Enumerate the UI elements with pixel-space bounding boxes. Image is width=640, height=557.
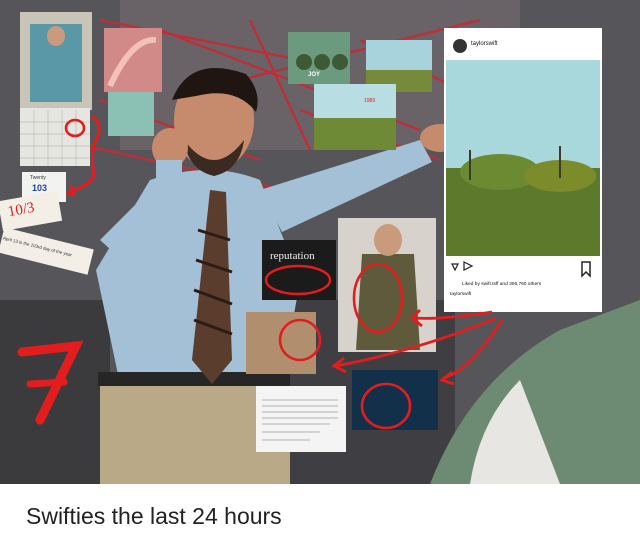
reputation-title: reputation bbox=[270, 250, 315, 262]
document-note bbox=[256, 386, 346, 452]
ig-caption-user: taylorswift bbox=[450, 292, 472, 297]
joy-label: JOY bbox=[308, 72, 321, 78]
twenty-number: 103 bbox=[32, 183, 48, 193]
meme-image: Twenty 103 10/3 April 13 is the 103rd da… bbox=[0, 0, 640, 557]
pepe-silvia-photo: Twenty 103 10/3 April 13 is the 103rd da… bbox=[0, 0, 640, 484]
ig-likes: Liked by swift.tsff and 306,760 others bbox=[462, 282, 542, 287]
twenty-label: Twenty bbox=[30, 175, 46, 181]
calendar-card bbox=[20, 108, 90, 166]
years-label: 1989 bbox=[364, 98, 376, 104]
meme-caption: Swifties the last 24 hours bbox=[26, 503, 282, 529]
screen-photo bbox=[352, 370, 438, 430]
ig-username: taylorswift bbox=[471, 41, 498, 47]
ig-avatar bbox=[453, 39, 467, 53]
teal-photo bbox=[108, 92, 154, 136]
